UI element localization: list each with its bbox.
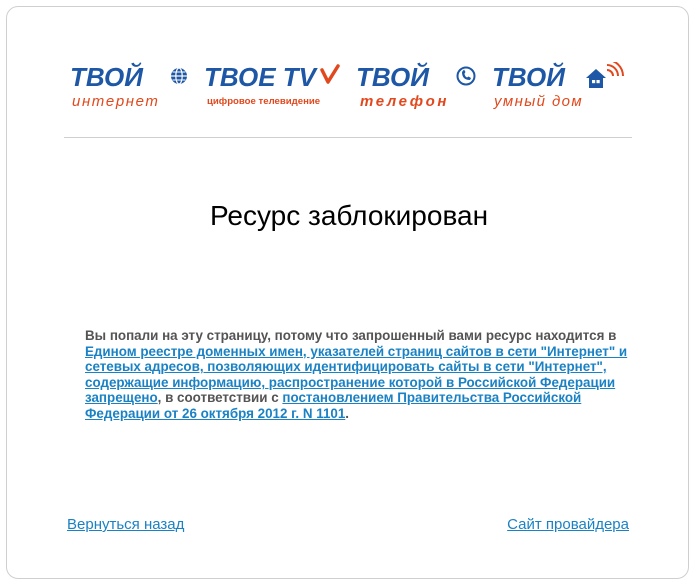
logo-phone-bottom: телефон <box>360 93 449 110</box>
logo-smarthome-bottom: умный дом <box>493 93 583 110</box>
message-text-intro: Вы попали на эту страницу, потому что за… <box>85 328 617 343</box>
logo-tv: ТВОЕ ТV цифровое телевидение <box>204 62 340 110</box>
logo-smarthome-top: ТВОЙ <box>492 62 566 92</box>
logo-phone-top: ТВОЙ <box>356 62 430 92</box>
logo-smarthome: ТВОЙ умный дом <box>490 62 632 110</box>
message-text-end: . <box>345 405 350 421</box>
checkmark-icon <box>320 64 340 84</box>
header-divider <box>64 137 632 138</box>
message-text-middle: , в соответствии с <box>157 390 283 406</box>
house-icon <box>586 69 606 88</box>
brand-logos: ТВОЙ интернет ТВОЕ ТV цифровое телевиден… <box>64 62 632 114</box>
back-link[interactable]: Вернуться назад <box>67 516 184 533</box>
logo-tv-bottom: цифровое телевидение <box>207 96 320 107</box>
page-title: Ресурс заблокирован <box>209 200 489 231</box>
logo-internet-bottom: интернет <box>72 93 160 110</box>
provider-site-link[interactable]: Сайт провайдера <box>507 516 629 533</box>
block-message: Вы попали на эту страницу, потому что за… <box>85 328 645 422</box>
phone-icon <box>456 66 476 86</box>
logo-internet-top: ТВОЙ <box>70 62 144 92</box>
globe-icon <box>171 67 187 85</box>
logo-internet: ТВОЙ интернет <box>68 62 192 110</box>
wifi-signal-icon <box>606 62 624 77</box>
logo-phone: ТВОЙ телефон <box>354 62 480 110</box>
logo-tv-top: ТВОЕ ТV <box>204 62 319 92</box>
